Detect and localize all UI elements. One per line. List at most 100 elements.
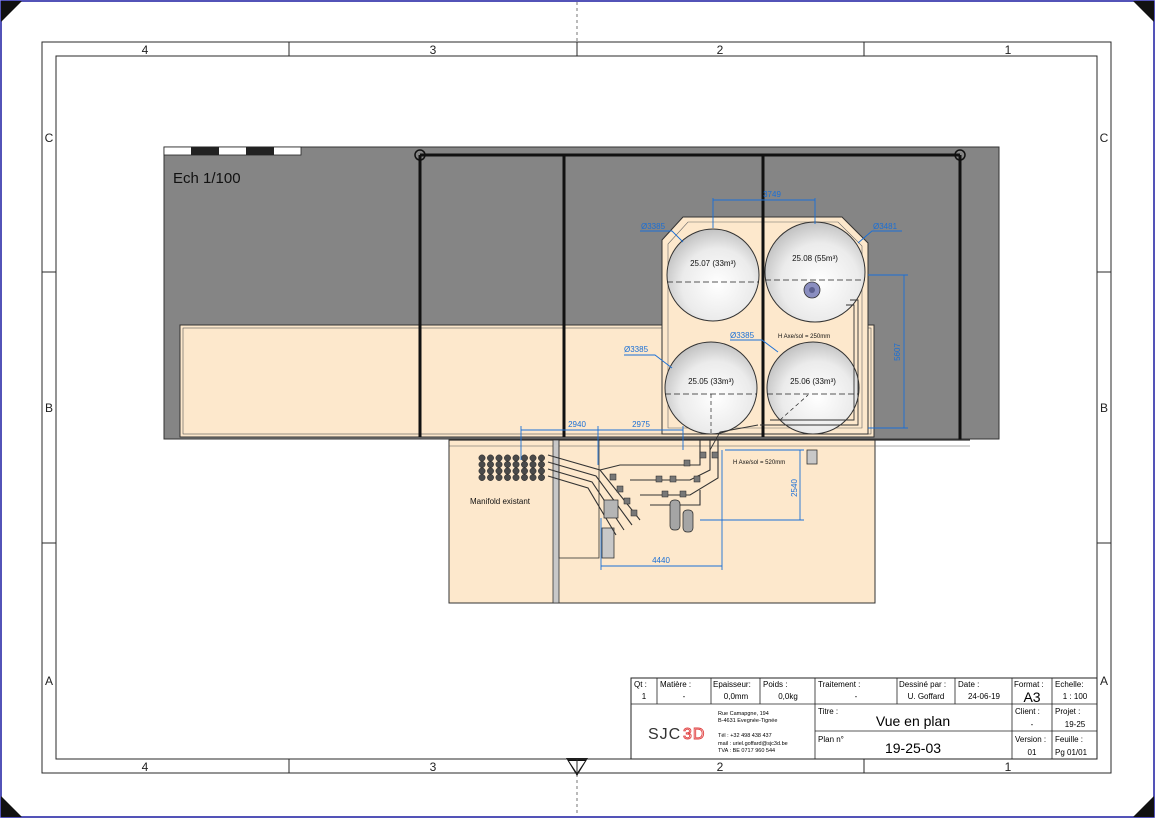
manifold-valve [521, 467, 528, 475]
dim-right-height: 5607 [893, 343, 902, 361]
tb-title-value: Vue en plan [876, 713, 950, 729]
manifold-valve [487, 467, 494, 475]
filter-unit-1 [669, 499, 681, 531]
zone-col-top-3: 2 [717, 43, 724, 57]
company-logo: SJC 3D [648, 726, 705, 744]
tb-format-label: Format : [1014, 680, 1044, 689]
zone-col-bottom-4: 1 [1005, 760, 1012, 774]
manifold-valve [495, 461, 503, 468]
manifold-valve [521, 461, 528, 468]
tb-date-label: Date : [958, 680, 979, 689]
tb-title-label: Titre : [818, 707, 838, 716]
dim-left-offset-1: 2940 [568, 420, 586, 429]
manifold-valve [504, 467, 511, 475]
manifold-valve [478, 467, 486, 475]
manifold-valve [495, 474, 503, 481]
manifold-valve [495, 467, 503, 475]
zone-row-left-3: A [45, 674, 53, 688]
manifold-valve [504, 474, 511, 481]
zone-row-left-1: C [45, 131, 54, 145]
dim-top-width: 3749 [763, 190, 781, 199]
zone-col-top-1: 4 [142, 43, 149, 57]
tank-label-25-06: 25.06 (33m³) [790, 377, 836, 386]
tb-plan-label: Plan n° [818, 735, 844, 744]
dim-diameter-25-08: Ø3481 [873, 222, 898, 231]
manifold-valve [504, 461, 511, 468]
tb-address-line1: Rue Camapgne, 194 [718, 711, 769, 717]
manifold-valve [478, 474, 486, 481]
manifold-valve [529, 454, 537, 462]
tb-version-label: Version : [1015, 735, 1046, 744]
tb-project-label: Projet : [1055, 707, 1080, 716]
tb-scale-value: 1 : 100 [1063, 692, 1088, 701]
tank-25-05: 25.05 (33m³) [664, 341, 758, 435]
tank-label-25-08: 25.08 (55m³) [792, 254, 838, 263]
plan-view-svg: 4 3 2 1 4 3 2 1 C B A C B A Ech 1/100 Ma… [0, 0, 1155, 818]
logo-3d: 3D [683, 726, 705, 743]
manifold-valve [504, 454, 511, 462]
manifold-valve [538, 474, 545, 481]
tank-label-25-07: 25.07 (33m³) [690, 259, 736, 268]
drawing-sheet: 4 3 2 1 4 3 2 1 C B A C B A Ech 1/100 Ma… [0, 0, 1155, 818]
dim-diameter-25-06: Ø3385 [730, 331, 755, 340]
manifold-valve [521, 454, 528, 462]
manifold-valve [478, 454, 486, 462]
tank-25-08: 25.08 (55m³) [764, 221, 866, 323]
dim-equipment-height: 2540 [790, 479, 799, 497]
tb-client-label: Client : [1015, 707, 1040, 716]
tb-drawn-by-value: U. Goffard [908, 692, 945, 701]
manifold-valve [495, 454, 503, 462]
pump-unit [603, 499, 619, 519]
tank-25-07: 25.07 (33m³) [666, 228, 760, 322]
tb-treatment-label: Traitement : [818, 680, 860, 689]
note-axis-height-upper: H Axe/sol = 250mm [778, 334, 830, 340]
filter-unit-2 [682, 509, 694, 533]
tb-email: mail : uriel.goffard@sjc3d.be [718, 741, 788, 747]
tb-version-value: 01 [1028, 748, 1037, 757]
manifold-valve [478, 461, 486, 468]
zone-row-left-2: B [45, 401, 53, 415]
tb-phone: Tél : +32 498 438 437 [718, 733, 772, 739]
dim-diameter-25-07: Ø3385 [641, 222, 666, 231]
tb-plan-value: 19-25-03 [885, 740, 941, 756]
manifold-valve [512, 454, 520, 462]
tb-sheet-label: Feuille : [1055, 735, 1083, 744]
tb-treatment-value: - [855, 692, 858, 701]
tb-material-label: Matière : [660, 680, 691, 689]
tank-label-25-05: 25.05 (33m³) [688, 377, 734, 386]
tb-scale-label: Echelle: [1055, 680, 1083, 689]
manifold-valve [512, 474, 520, 481]
manifold-valve [512, 461, 520, 468]
manifold-valve [538, 461, 545, 468]
tb-qty-value: 1 [642, 692, 647, 701]
manifold-valve [529, 467, 537, 475]
zone-row-right-1: C [1100, 131, 1109, 145]
zone-col-bottom-2: 3 [430, 760, 437, 774]
tb-sheet-value: Pg 01/01 [1055, 748, 1088, 757]
tb-drawn-by-label: Dessiné par : [899, 680, 946, 689]
tb-thickness-value: 0,0mm [724, 692, 749, 701]
tb-material-value: - [683, 692, 686, 701]
note-axis-height-lower: H Axe/sol = 520mm [733, 460, 785, 466]
zone-row-right-3: A [1100, 674, 1108, 688]
zone-col-top-4: 1 [1005, 43, 1012, 57]
scale-bar [163, 146, 302, 156]
zone-col-top-2: 3 [430, 43, 437, 57]
manifold-valve [529, 474, 537, 481]
manifold-valve [487, 461, 494, 468]
manifold-valve [538, 454, 545, 462]
tb-project-value: 19-25 [1065, 720, 1086, 729]
tb-vat: TVA : BE 0717 960 544 [718, 748, 775, 754]
dim-left-offset-2: 2975 [632, 420, 650, 429]
tb-date-value: 24-06-19 [968, 692, 1001, 701]
tb-thickness-label: Epaisseur: [713, 680, 751, 689]
manifold-valve [487, 454, 494, 462]
scale-label: Ech 1/100 [173, 170, 241, 187]
manifold-label: Manifold existant [470, 497, 531, 506]
manifold-valve [529, 461, 537, 468]
logo-sjc: SJC [648, 726, 681, 743]
manifold-valve [487, 474, 494, 481]
manifold-valve [521, 474, 528, 481]
zone-col-bottom-1: 4 [142, 760, 149, 774]
manifold-valve [538, 467, 545, 475]
